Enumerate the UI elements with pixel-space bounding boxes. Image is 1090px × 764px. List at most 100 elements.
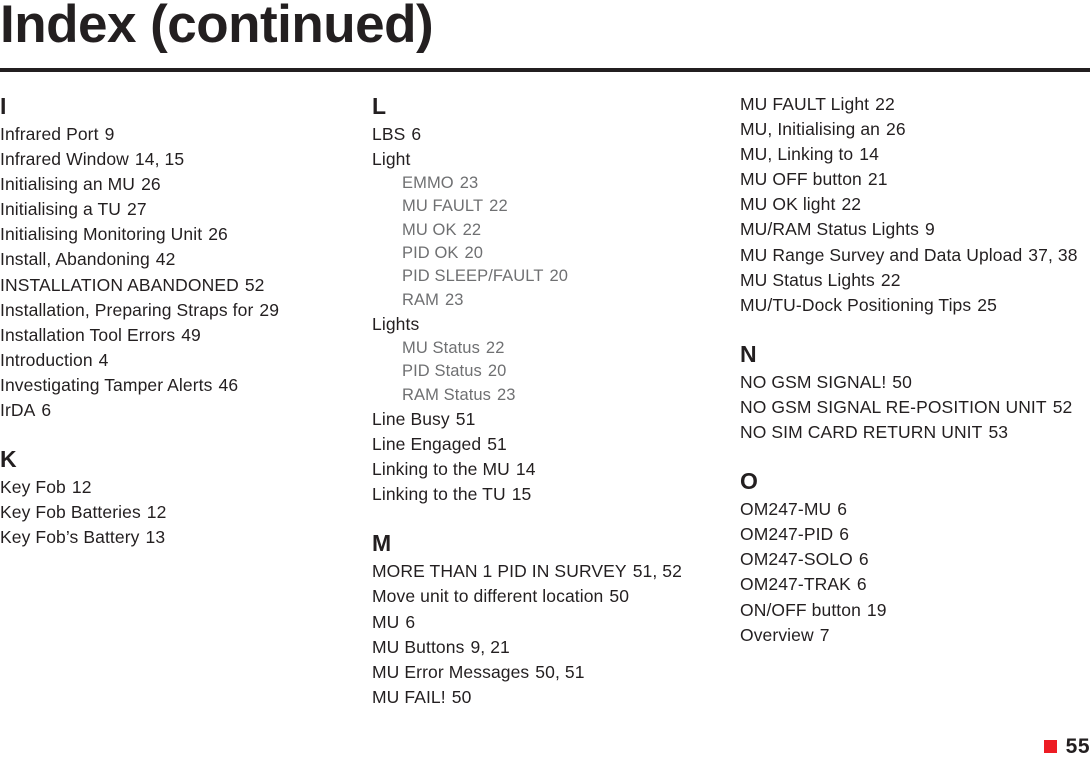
index-entry-pages: 50 <box>451 686 472 707</box>
index-subentry[interactable]: EMMO 23 <box>372 172 732 195</box>
index-entry-label: Introduction <box>0 349 93 370</box>
index-entry-label: PID OK <box>402 244 459 263</box>
index-entry[interactable]: Key Fob Batteries 12 <box>0 500 360 525</box>
index-entry[interactable]: OM247-MU 6 <box>740 497 1090 522</box>
index-entry[interactable]: OM247-SOLO 6 <box>740 547 1090 572</box>
index-entry[interactable]: NO GSM SIGNAL RE-POSITION UNIT 52 <box>740 395 1090 420</box>
index-entry-label: Installation, Preparing Straps for <box>0 299 254 320</box>
index-entry[interactable]: Linking to the MU 14 <box>372 457 732 482</box>
index-entry[interactable]: MU/RAM Status Lights 9 <box>740 217 1090 242</box>
index-entry[interactable]: Linking to the TU 15 <box>372 482 732 507</box>
index-subentry[interactable]: MU Status 22 <box>372 337 732 360</box>
index-entry-label: NO GSM SIGNAL! <box>740 371 887 392</box>
index-entry[interactable]: MU Error Messages 50, 51 <box>372 660 732 685</box>
index-entry[interactable]: MU OFF button 21 <box>740 167 1090 192</box>
index-entry[interactable]: Infrared Window 14, 15 <box>0 147 360 172</box>
index-entry[interactable]: Introduction 4 <box>0 348 360 373</box>
index-entry[interactable]: Initialising an MU 26 <box>0 172 360 197</box>
index-entry[interactable]: MU Status Lights 22 <box>740 268 1090 293</box>
index-subentry[interactable]: PID SLEEP/FAULT 20 <box>372 265 732 288</box>
index-entry-label: LBS <box>372 124 406 144</box>
page-footer: 55 <box>0 736 1090 764</box>
section-letter-heading: O <box>740 468 758 495</box>
index-entry-pages: 22 <box>485 339 505 358</box>
index-entry-label: NO GSM SIGNAL RE-POSITION UNIT <box>740 396 1047 417</box>
index-entry-label: PID SLEEP/FAULT <box>402 267 544 286</box>
index-entry-pages: 6 <box>405 611 416 632</box>
index-entry-pages: 26 <box>208 224 228 245</box>
index-entry-label: MU Range Survey and Data Upload <box>740 244 1023 265</box>
index-entry[interactable]: MU Buttons 9, 21 <box>372 635 732 660</box>
index-entry[interactable]: NO GSM SIGNAL! 50 <box>740 370 1090 395</box>
index-entry[interactable]: ON/OFF button 19 <box>740 598 1090 623</box>
index-entry-pages: 6 <box>837 499 848 520</box>
index-entry[interactable]: Line Engaged 51 <box>372 432 732 457</box>
index-entry[interactable]: Initialising Monitoring Unit 26 <box>0 222 360 247</box>
index-entry[interactable]: Lights <box>372 312 732 337</box>
index-entry-pages: 37, 38 <box>1028 244 1078 265</box>
index-entry[interactable]: Infrared Port 9 <box>0 122 360 147</box>
index-entry[interactable]: Installation, Preparing Straps for 29 <box>0 298 360 323</box>
index-subentry[interactable]: RAM 23 <box>372 289 732 312</box>
index-subentry[interactable]: PID OK 20 <box>372 242 732 265</box>
index-entry[interactable]: Light <box>372 147 732 172</box>
index-entry-pages: 7 <box>819 624 830 645</box>
index-entry-label: MU Error Messages <box>372 661 530 682</box>
index-entry-pages: 51 <box>455 408 476 429</box>
index-entry-label: EMMO <box>402 174 454 193</box>
index-entry-pages: 9 <box>925 219 935 240</box>
index-section: L LBS 6 Light EMMO 23 MU FAULT 22 MU OK 22 PID OK 2… <box>372 92 732 507</box>
index-entry[interactable]: IrDA 6 <box>0 398 360 423</box>
index-subentry[interactable]: PID Status 20 <box>372 360 732 383</box>
index-entry[interactable]: Line Busy 51 <box>372 407 732 432</box>
index-entry[interactable]: OM247-TRAK 6 <box>740 572 1090 597</box>
index-entry-pages: 26 <box>886 119 906 140</box>
section-letter-heading: K <box>0 446 17 473</box>
index-entry[interactable]: MU, Linking to 14 <box>740 142 1090 167</box>
index-entry-pages: 25 <box>977 294 997 315</box>
index-entry[interactable]: OM247-PID 6 <box>740 522 1090 547</box>
index-entry-label: Infrared Window <box>0 149 129 170</box>
index-entry-label: MU/RAM Status Lights <box>740 219 919 240</box>
square-bullet-icon <box>1043 740 1057 753</box>
index-entry[interactable]: INSTALLATION ABANDONED 52 <box>0 273 360 298</box>
index-entry[interactable]: Initialising a TU 27 <box>0 197 360 222</box>
index-entry-label: Install, Abandoning <box>0 249 150 270</box>
index-entry[interactable]: Investigating Tamper Alerts 46 <box>0 373 360 398</box>
index-entry-pages: 21 <box>867 169 888 190</box>
index-entry[interactable]: MU, Initialising an 26 <box>740 117 1090 142</box>
index-entry[interactable]: NO SIM CARD RETURN UNIT 53 <box>740 420 1090 445</box>
index-entry[interactable]: LBS 6 <box>372 122 732 147</box>
index-entry-label: Key Fob <box>0 477 66 498</box>
index-column-2: L LBS 6 Light EMMO 23 MU FAULT 22 MU OK 22 PID OK 2… <box>372 92 732 710</box>
index-entry[interactable]: MU OK light 22 <box>740 192 1090 217</box>
index-entry-pages: 6 <box>411 124 422 144</box>
index-subentry[interactable]: MU OK 22 <box>372 219 732 242</box>
index-entry[interactable]: Key Fob’s Battery 13 <box>0 525 360 550</box>
index-entry[interactable]: MU/TU-Dock Positioning Tips 25 <box>740 293 1090 318</box>
index-entry[interactable]: MU FAIL! 50 <box>372 685 732 710</box>
index-entry-pages: 4 <box>98 349 109 370</box>
index-entry[interactable]: MU Range Survey and Data Upload 37, 38 <box>740 243 1090 268</box>
index-entry-label: OM247-SOLO <box>740 549 853 570</box>
index-entry-label: RAM Status <box>402 385 492 404</box>
index-subentry[interactable]: RAM Status 23 <box>372 384 732 407</box>
index-section: K Key Fob 12 Key Fob Batteries 12 Key Fob’s B… <box>0 445 360 550</box>
index-entry[interactable]: Installation Tool Errors 49 <box>0 323 360 348</box>
index-entry-pages: 26 <box>141 174 161 195</box>
index-entry-label: MU, Initialising an <box>740 119 881 140</box>
index-entry[interactable]: Move unit to different location 50 <box>372 584 732 609</box>
section-letter-heading: L <box>372 93 387 119</box>
index-entry[interactable]: MU 6 <box>372 610 732 635</box>
index-entry-label: RAM <box>402 290 439 309</box>
index-entry[interactable]: MORE THAN 1 PID IN SURVEY 51, 52 <box>372 559 732 584</box>
index-entry-pages: 14, 15 <box>134 149 185 170</box>
index-entry-pages: 20 <box>487 362 507 381</box>
index-subentry[interactable]: MU FAULT 22 <box>372 195 732 218</box>
index-entry[interactable]: Key Fob 12 <box>0 475 360 500</box>
index-entry[interactable]: Install, Abandoning 42 <box>0 247 360 272</box>
index-entry[interactable]: Overview 7 <box>740 623 1090 648</box>
index-entry[interactable]: MU FAULT Light 22 <box>740 92 1090 117</box>
index-entry-label: Overview <box>740 624 814 645</box>
index-entry-label: OM247-MU <box>740 499 832 520</box>
